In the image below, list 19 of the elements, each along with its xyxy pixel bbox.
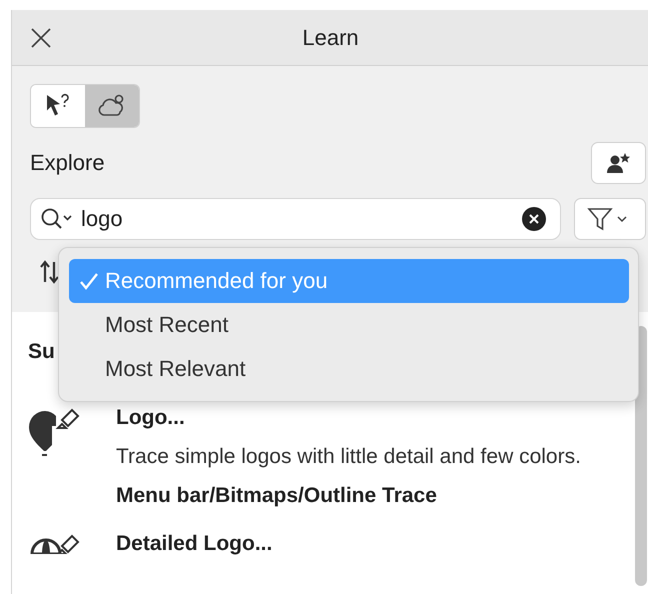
profile-button[interactable] <box>591 142 646 184</box>
mode-toggle[interactable] <box>85 85 139 127</box>
filter-button[interactable] <box>574 198 646 240</box>
scrollbar-thumb[interactable] <box>635 326 647 586</box>
result-title[interactable]: Detailed Logo... <box>116 532 606 556</box>
checkmark-icon <box>79 271 99 291</box>
menu-item[interactable]: Most Recent <box>69 303 629 347</box>
search-field[interactable]: logo <box>30 198 561 240</box>
explore-label: Explore <box>30 150 105 176</box>
close-icon[interactable] <box>30 26 52 48</box>
result-title[interactable]: Logo... <box>116 406 606 430</box>
result-description: Trace simple logos with little detail and few colors. <box>116 444 582 470</box>
clear-icon[interactable] <box>521 206 547 232</box>
menu-item[interactable]: Most Relevant <box>69 347 629 391</box>
sort-icon[interactable] <box>40 260 60 284</box>
menu-path: Menu bar/Bitmaps/Outline Trace <box>116 484 438 508</box>
person-star-icon <box>606 152 632 174</box>
panel-title: Learn <box>302 24 359 50</box>
section-heading: Su <box>28 340 55 364</box>
